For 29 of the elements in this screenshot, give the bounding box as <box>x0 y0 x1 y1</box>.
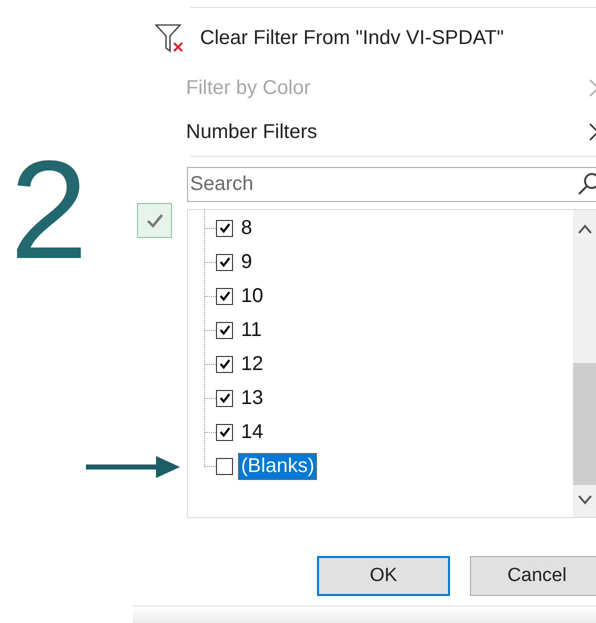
menu-item[interactable]: Number Filters <box>133 110 596 154</box>
value-label[interactable]: 9 <box>238 248 256 276</box>
search-icon <box>577 172 596 196</box>
ok-button[interactable]: OK <box>317 556 450 596</box>
value-label[interactable]: 12 <box>238 350 266 378</box>
value-label[interactable]: (Blanks) <box>238 452 318 480</box>
checkbox[interactable] <box>216 458 233 474</box>
step-number: 2 <box>10 140 88 280</box>
checkbox[interactable] <box>216 254 233 270</box>
menu-item[interactable]: Clear Filter From "Indv VI-SPDAT" <box>133 16 596 60</box>
search-field[interactable]: Search <box>187 167 596 202</box>
scroll-up-icon[interactable] <box>578 224 592 234</box>
checkbox[interactable] <box>216 220 233 236</box>
value-label[interactable]: 8 <box>238 214 256 242</box>
value-label[interactable]: 10 <box>238 282 266 310</box>
checkbox[interactable] <box>216 390 233 406</box>
checkbox[interactable] <box>216 356 233 372</box>
arrow-icon <box>86 455 180 479</box>
checkbox[interactable] <box>216 424 233 440</box>
value-label[interactable]: 11 <box>238 316 265 344</box>
cancel-button[interactable]: Cancel <box>470 556 596 596</box>
value-label[interactable]: 13 <box>238 384 266 412</box>
scroll-thumb[interactable] <box>573 363 596 485</box>
scroll-down-icon[interactable] <box>578 495 592 505</box>
value-label[interactable]: 14 <box>238 418 266 446</box>
check-icon <box>137 203 172 238</box>
checkbox[interactable] <box>216 288 233 304</box>
scrollbar[interactable] <box>573 210 596 517</box>
checkbox[interactable] <box>216 322 233 338</box>
